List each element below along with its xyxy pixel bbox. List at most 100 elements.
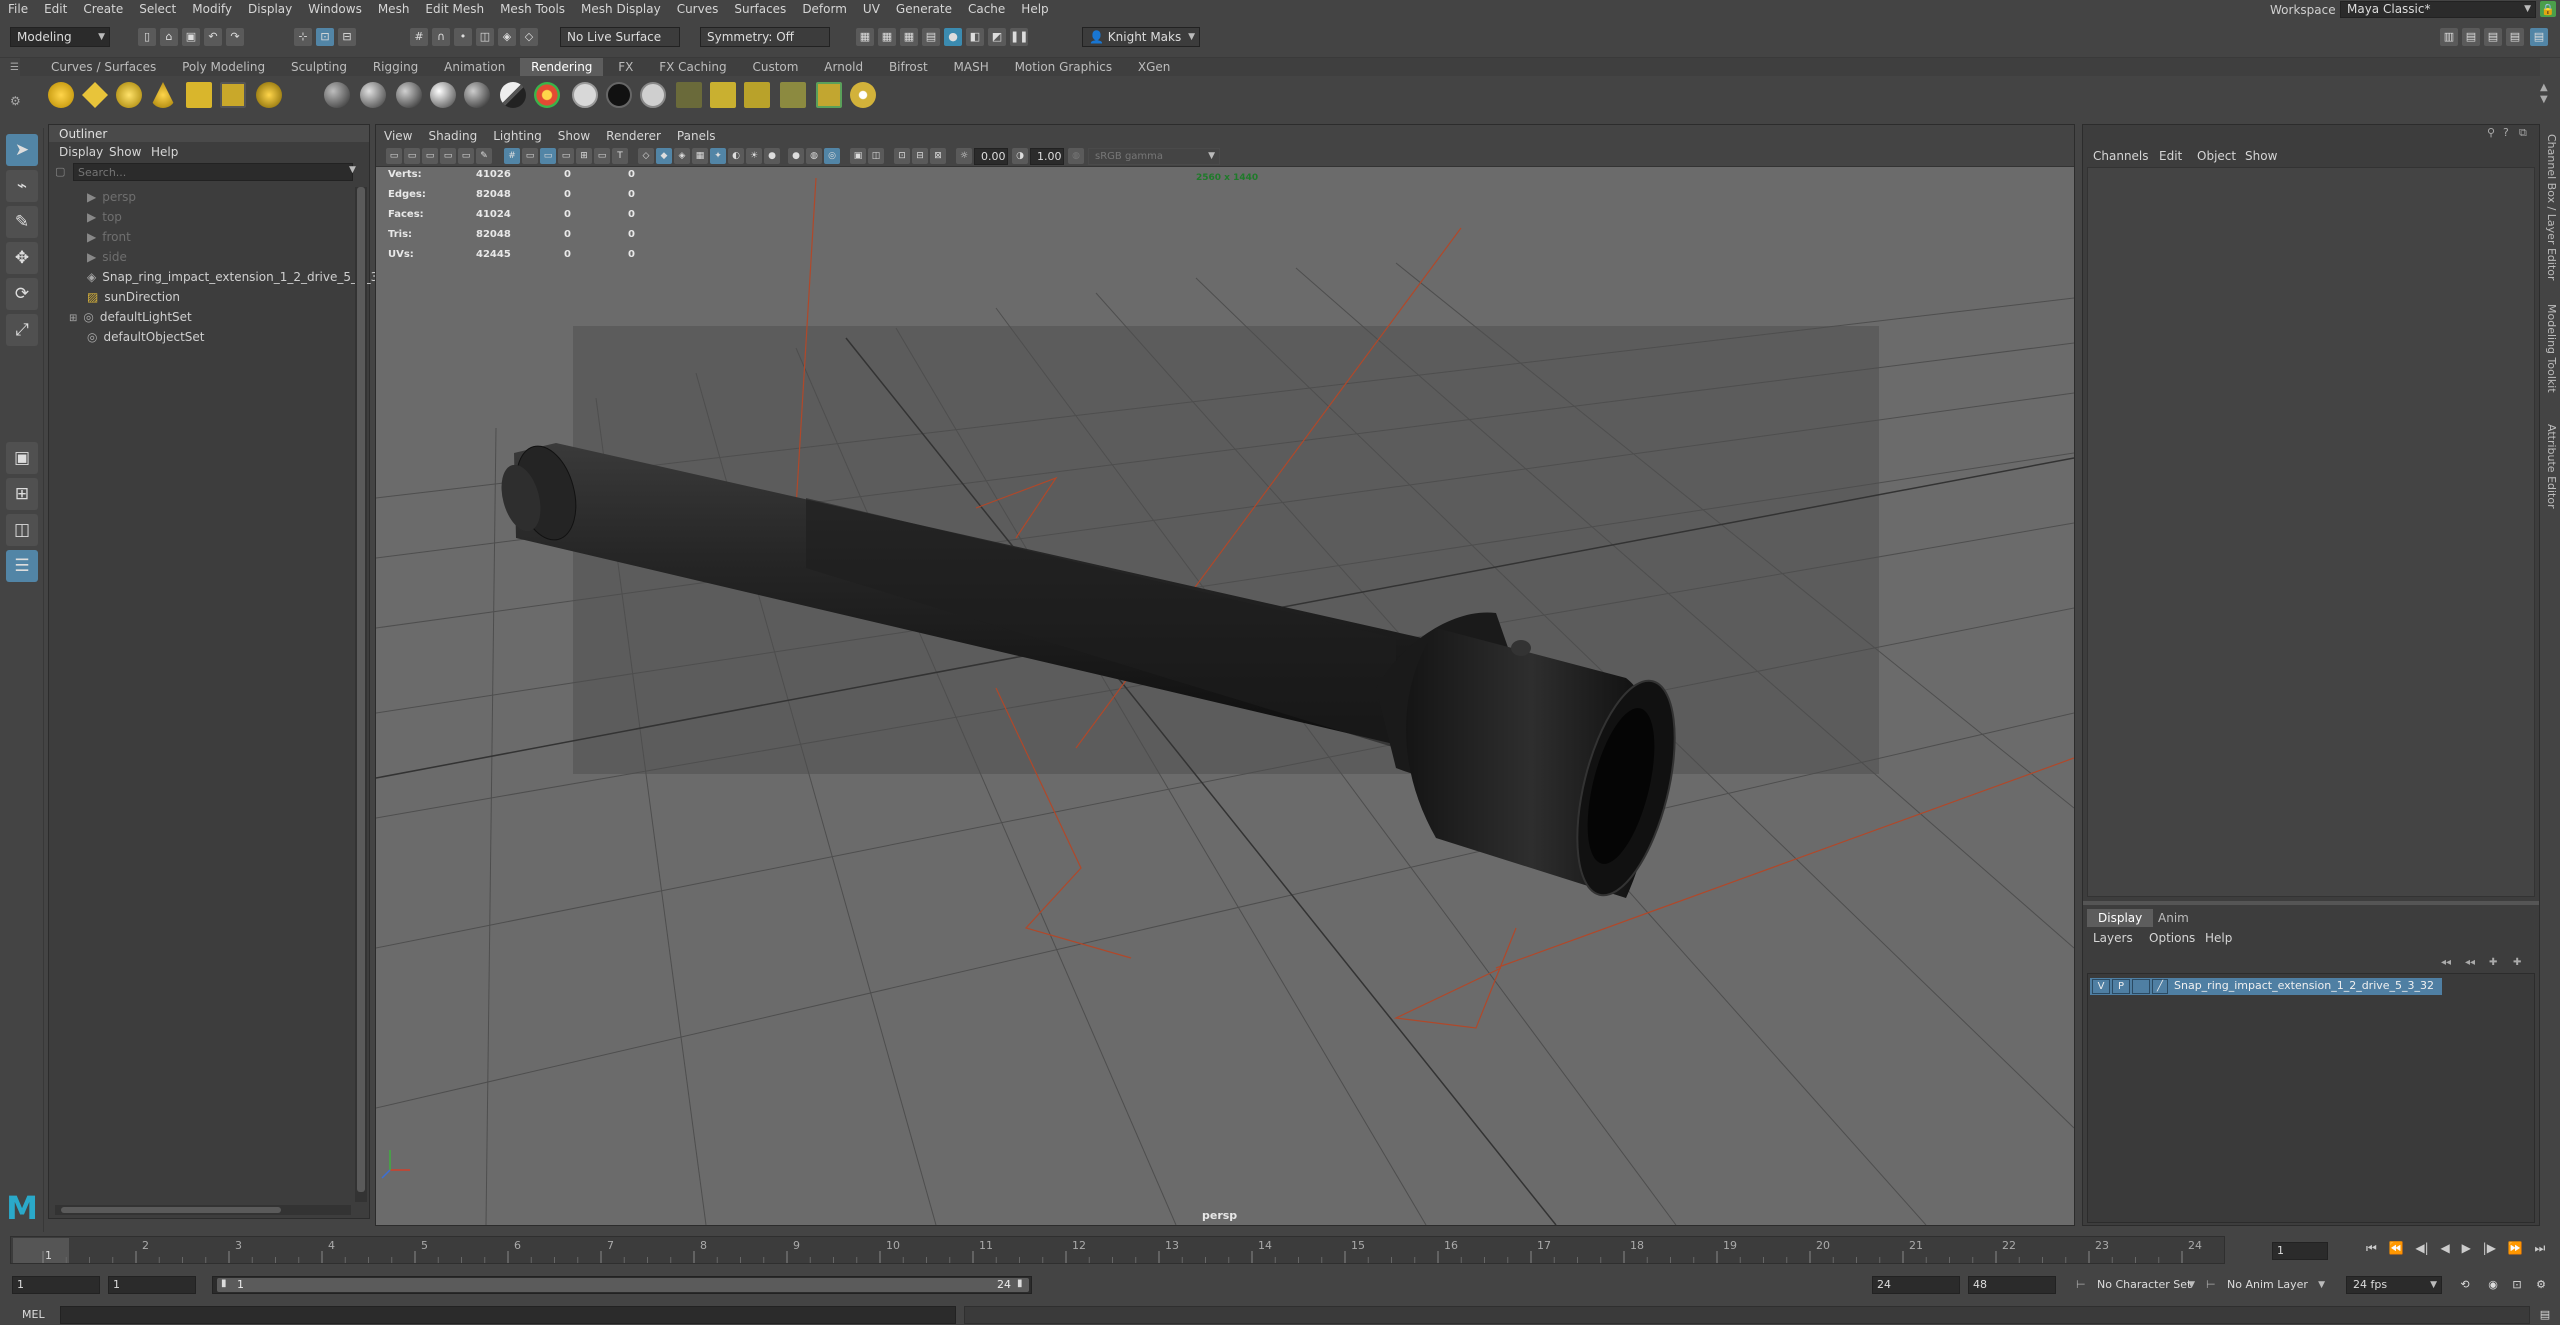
viewport-menu-panels[interactable]: Panels bbox=[669, 127, 724, 145]
lock-icon[interactable]: 🔒 bbox=[2540, 1, 2556, 17]
menu-display[interactable]: Display bbox=[240, 0, 300, 18]
black-swatch-icon[interactable] bbox=[606, 82, 632, 108]
film-gate-icon[interactable]: ▭ bbox=[522, 148, 538, 164]
colorspace-dropdown[interactable]: sRGB gamma ▼ bbox=[1088, 148, 1220, 165]
shelf-tab-curves-surfaces[interactable]: Curves / Surfaces bbox=[40, 58, 167, 76]
ambient-occlusion-icon[interactable]: ● bbox=[764, 148, 780, 164]
time-slider[interactable]: 1 2 3 4 5 6 7 8 9 10 11 12 13 14 15 16 17 18 19 20 21 22 23 24… bbox=[0, 1232, 2560, 1268]
menu-mesh-tools[interactable]: Mesh Tools bbox=[492, 0, 573, 18]
animation-start-field[interactable]: 1 bbox=[12, 1276, 100, 1294]
undo-icon[interactable]: ↶ bbox=[204, 28, 222, 46]
shelf-tab-xgen[interactable]: XGen bbox=[1127, 58, 1182, 76]
menu-surfaces[interactable]: Surfaces bbox=[726, 0, 794, 18]
rotate-tool-icon[interactable]: ⟳ bbox=[6, 278, 38, 310]
range-handle-left-icon[interactable]: ▮ bbox=[221, 1278, 227, 1289]
anti-aliasing-icon[interactable]: ◍ bbox=[806, 148, 822, 164]
motion-blur-icon[interactable]: ● bbox=[788, 148, 804, 164]
resolution-gate-icon[interactable]: ▭ bbox=[540, 148, 556, 164]
layer-display-type-toggle[interactable] bbox=[2132, 979, 2150, 994]
outliner-item-defaultlightset[interactable]: ⊞ ◎ defaultLightSet bbox=[69, 307, 192, 327]
playback-end-field[interactable]: 24 bbox=[1872, 1276, 1960, 1294]
select-hierarchy-icon[interactable]: ⊹ bbox=[294, 28, 312, 46]
help-icon[interactable]: ? bbox=[2503, 126, 2509, 139]
gamma-field[interactable]: 1.00 bbox=[1030, 148, 1064, 165]
hypershade-shelf-icon[interactable] bbox=[850, 82, 876, 108]
color-wheel-icon[interactable] bbox=[534, 82, 560, 108]
current-frame-field[interactable]: 1 bbox=[2272, 1242, 2328, 1260]
redo-icon[interactable]: ↷ bbox=[226, 28, 244, 46]
save-scene-icon[interactable]: ▣ bbox=[182, 28, 200, 46]
channelbox-menu-channels[interactable]: Channels bbox=[2085, 147, 2157, 165]
menu-create[interactable]: Create bbox=[75, 0, 131, 18]
channelbox-menu-object[interactable]: Object bbox=[2189, 147, 2244, 165]
scrollbar-thumb[interactable] bbox=[61, 1207, 281, 1213]
menuset-dropdown[interactable]: Modeling ▼ bbox=[10, 27, 110, 47]
user-account-dropdown[interactable]: 👤 Knight Maks ▼ bbox=[1082, 27, 1200, 47]
snap-grid-icon[interactable]: # bbox=[410, 28, 428, 46]
lasso-tool-icon[interactable]: ⌁ bbox=[6, 170, 38, 202]
render-setup-icon[interactable]: ◧ bbox=[966, 28, 984, 46]
new-layer-icon[interactable]: ✚ bbox=[2489, 957, 2497, 968]
shelf-tab-custom[interactable]: Custom bbox=[741, 58, 809, 76]
single-perspective-layout-icon[interactable]: ▣ bbox=[6, 442, 38, 474]
shelf-tab-sculpting[interactable]: Sculpting bbox=[280, 58, 358, 76]
command-input[interactable] bbox=[60, 1306, 956, 1324]
menu-mesh[interactable]: Mesh bbox=[370, 0, 418, 18]
field-chart-icon[interactable]: ⊞ bbox=[576, 148, 592, 164]
snap-curve-icon[interactable]: ∩ bbox=[432, 28, 450, 46]
render-region-icon[interactable] bbox=[780, 82, 806, 108]
render-settings-icon[interactable]: ▤ bbox=[922, 28, 940, 46]
gamma-icon[interactable]: ◑ bbox=[1012, 148, 1028, 164]
xray-icon[interactable]: ◫ bbox=[868, 148, 884, 164]
layer-color-swatch-icon[interactable]: ╱ bbox=[2152, 979, 2168, 994]
step-forward-key-icon[interactable]: ⏩ bbox=[2508, 1241, 2523, 1255]
shelf-tab-bifrost[interactable]: Bifrost bbox=[878, 58, 939, 76]
render-globals-icon[interactable] bbox=[816, 82, 842, 108]
isolate-select-icon[interactable]: ▣ bbox=[850, 148, 866, 164]
ramp-shader-icon[interactable] bbox=[500, 82, 526, 108]
xray-joints-icon[interactable]: ⊡ bbox=[894, 148, 910, 164]
command-language-label[interactable]: MEL bbox=[22, 1308, 45, 1321]
menu-curves[interactable]: Curves bbox=[669, 0, 727, 18]
shelf-tab-animation[interactable]: Animation bbox=[433, 58, 516, 76]
go-to-end-icon[interactable]: ⏭ bbox=[2535, 1241, 2546, 1255]
float-panel-icon[interactable]: ⧉ bbox=[2519, 126, 2527, 140]
menu-select[interactable]: Select bbox=[131, 0, 184, 18]
anim-layer-dropdown[interactable]: No Anim Layer ▼ bbox=[2220, 1276, 2330, 1294]
panel-splitter[interactable] bbox=[2083, 901, 2539, 905]
menu-windows[interactable]: Windows bbox=[300, 0, 370, 18]
scrollbar-thumb[interactable] bbox=[357, 187, 365, 1192]
symmetry-dropdown[interactable]: Symmetry: Off bbox=[700, 27, 830, 47]
shelf-settings-icon[interactable]: ⚙ bbox=[10, 94, 21, 108]
lambert-sphere-icon[interactable] bbox=[324, 82, 350, 108]
shelf-tab-poly-modeling[interactable]: Poly Modeling bbox=[171, 58, 276, 76]
hypershade-icon[interactable]: ● bbox=[944, 28, 962, 46]
backface-culling-icon[interactable]: ⊠ bbox=[930, 148, 946, 164]
play-forward-icon[interactable]: ▶ bbox=[2462, 1241, 2471, 1255]
image-plane-icon[interactable]: ▭ bbox=[440, 148, 456, 164]
2d-pan-zoom-icon[interactable]: ▭ bbox=[458, 148, 474, 164]
select-object-icon[interactable]: ⊡ bbox=[316, 28, 334, 46]
snap-view-plane-icon[interactable]: ◫ bbox=[476, 28, 494, 46]
outliner-item-persp[interactable]: ▶ persp bbox=[69, 187, 136, 207]
channelbox-menu-edit[interactable]: Edit bbox=[2151, 147, 2190, 165]
range-slider-handle[interactable]: ▮ 1 24 ▮ bbox=[217, 1278, 1029, 1292]
light-editor-icon[interactable]: ◩ bbox=[988, 28, 1006, 46]
layer-row[interactable]: V P ╱ Snap_ring_impact_extension_1_2_dri… bbox=[2090, 978, 2442, 995]
select-camera-icon[interactable]: ▭ bbox=[386, 148, 402, 164]
character-set-dropdown[interactable]: No Character Set ▼ bbox=[2090, 1276, 2200, 1294]
loop-icon[interactable]: ⟲ bbox=[2456, 1276, 2474, 1294]
outliner-item-top[interactable]: ▶ top bbox=[69, 207, 122, 227]
viewport-panel[interactable]: View Shading Lighting Show Renderer Pane… bbox=[375, 124, 2075, 1226]
render-sequence-icon[interactable] bbox=[710, 82, 736, 108]
menu-modify[interactable]: Modify bbox=[184, 0, 240, 18]
shelf-scroll-down-icon[interactable]: ▼ bbox=[2540, 94, 2548, 105]
layer-tab-anim[interactable]: Anim bbox=[2147, 909, 2200, 927]
side-tab-attribute-editor[interactable]: Attribute Editor bbox=[2542, 424, 2558, 509]
range-handle-right-icon[interactable]: ▮ bbox=[1017, 1278, 1023, 1289]
menu-help[interactable]: Help bbox=[1013, 0, 1056, 18]
exposure-icon[interactable]: ☼ bbox=[956, 148, 972, 164]
workspace-dropdown[interactable]: Maya Classic* ▼ bbox=[2340, 1, 2536, 18]
select-component-icon[interactable]: ⊟ bbox=[338, 28, 356, 46]
render-view-icon[interactable]: ▦ bbox=[856, 28, 874, 46]
